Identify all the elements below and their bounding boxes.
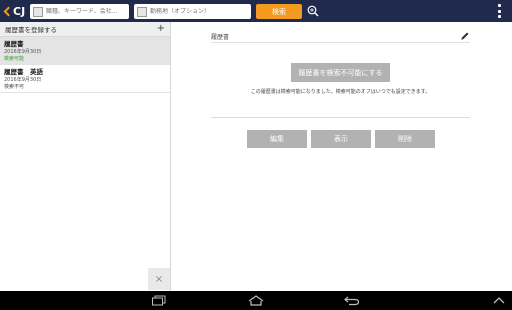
location-search-box[interactable] bbox=[134, 4, 251, 19]
app-logo[interactable]: CJ bbox=[3, 4, 25, 19]
chevron-logo-icon bbox=[3, 6, 14, 17]
make-unsearchable-button[interactable]: 履歴書を検索不可能にする bbox=[291, 63, 390, 82]
recent-apps-icon[interactable] bbox=[151, 295, 167, 306]
delete-button[interactable]: 削除 bbox=[375, 130, 435, 148]
keyword-search-box[interactable] bbox=[30, 4, 129, 19]
resume-name: 履歴書 bbox=[4, 40, 24, 48]
logo-text: CJ bbox=[13, 5, 26, 18]
keyword-search-input[interactable] bbox=[46, 8, 126, 15]
home-icon[interactable] bbox=[247, 294, 265, 307]
system-navigation-bar bbox=[0, 291, 512, 310]
resume-date: 2016年9月30日 bbox=[4, 77, 42, 83]
resume-list-item[interactable]: 履歴書 2016年9月30日 検索可能 bbox=[0, 37, 170, 65]
add-resume-button[interactable]: + bbox=[157, 24, 165, 34]
menu-dot bbox=[497, 4, 501, 7]
location-icon bbox=[137, 6, 147, 17]
resume-list-item[interactable]: 履歴書 英語 2016年9月30日 検索不可 bbox=[0, 65, 170, 93]
register-resume-header[interactable]: 履歴書を登録する + bbox=[0, 22, 170, 37]
divider bbox=[211, 117, 470, 118]
zoom-search-icon[interactable] bbox=[307, 5, 319, 17]
resume-name: 履歴書 英語 bbox=[4, 68, 43, 76]
resume-detail-title: 履歴書 bbox=[211, 33, 230, 41]
pencil-icon[interactable] bbox=[460, 31, 470, 41]
resume-date: 2016年9月30日 bbox=[4, 49, 42, 55]
edit-button[interactable]: 編集 bbox=[247, 130, 307, 148]
search-button[interactable]: 検索 bbox=[256, 4, 302, 19]
keyword-field-icon bbox=[33, 6, 43, 17]
back-icon[interactable] bbox=[343, 295, 361, 306]
top-app-bar: CJ 検索 bbox=[0, 0, 512, 22]
resume-detail-panel: 履歴書 履歴書を検索不可能にする この履歴書は検索可能になりました。検索可能のオ… bbox=[172, 22, 512, 291]
resume-status: 検索不可 bbox=[4, 84, 25, 90]
close-panel-button[interactable]: × bbox=[148, 268, 170, 290]
location-search-input[interactable] bbox=[150, 8, 230, 15]
menu-dot bbox=[497, 9, 501, 13]
searchable-note: この履歴書は検索可能になりました。検索可能のオフはいつでも設定できます。 bbox=[250, 89, 431, 95]
register-resume-title: 履歴書を登録する bbox=[5, 26, 57, 34]
view-button[interactable]: 表示 bbox=[311, 130, 371, 148]
chevron-up-icon[interactable] bbox=[492, 296, 506, 305]
overflow-menu-icon[interactable] bbox=[496, 4, 502, 18]
resume-sidebar: 履歴書を登録する + 履歴書 2016年9月30日 検索可能 履歴書 英語 20… bbox=[0, 22, 171, 291]
resume-status: 検索可能 bbox=[4, 56, 25, 62]
menu-dot bbox=[497, 15, 501, 18]
resume-detail-header: 履歴書 bbox=[211, 30, 470, 43]
